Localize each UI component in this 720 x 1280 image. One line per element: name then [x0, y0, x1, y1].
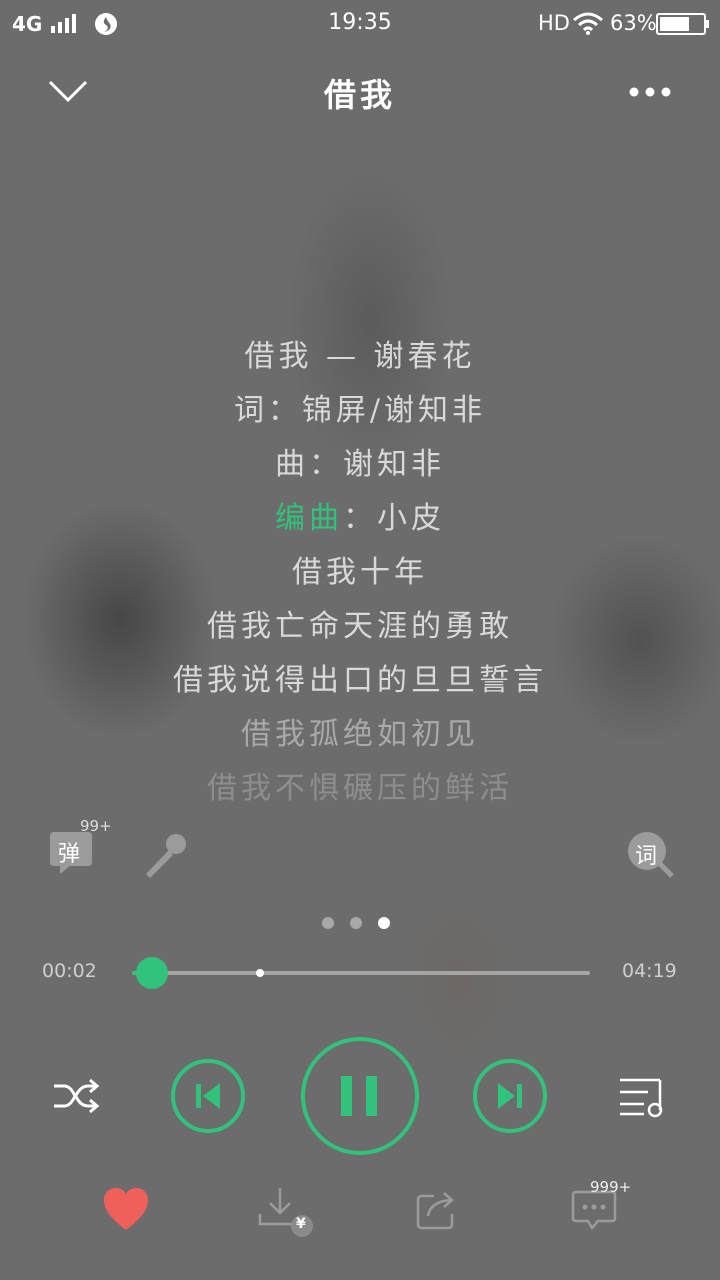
paid-download-badge: ¥ [296, 1216, 306, 1232]
wifi-icon [573, 12, 603, 35]
page-dot[interactable] [322, 917, 334, 929]
next-track-button[interactable] [472, 1058, 548, 1134]
elapsed-time: 00:02 [42, 960, 97, 982]
heart-icon [104, 1188, 148, 1230]
lyric-line: 词：锦屏/谢知非 [233, 393, 487, 428]
share-icon [416, 1192, 454, 1230]
lyrics-panel[interactable]: 借我 — 谢春花 词：锦屏/谢知非 曲：谢知非 编曲：小皮 借我十年 借我亡命天… [0, 330, 720, 816]
playlist-button[interactable] [618, 1074, 670, 1118]
lyric-search-label: 词 [635, 844, 658, 869]
current-lyric-highlight: 编曲 [275, 501, 343, 536]
danmu-label: 弹 [58, 842, 81, 867]
playlist-icon [620, 1078, 663, 1118]
comment-count-badge: 999+ [590, 1178, 632, 1196]
microphone-icon [146, 834, 186, 878]
song-title: 借我 [323, 76, 396, 114]
karaoke-mic-button[interactable] [140, 830, 192, 882]
battery-percent: 63% [610, 11, 657, 35]
page-indicator[interactable] [322, 917, 390, 931]
total-time: 04:19 [622, 960, 677, 982]
lyric-search-button[interactable]: 词 [626, 830, 676, 880]
lyric-line: 借我孤绝如初见 [241, 717, 479, 752]
lyric-line: 借我十年 [292, 555, 428, 590]
danmu-button[interactable]: 弹 [48, 830, 94, 876]
lyric-line: 借我不惧碾压的鲜活 [207, 771, 513, 806]
shuffle-icon [54, 1078, 100, 1114]
shuffle-button[interactable] [52, 1076, 100, 1116]
current-lyric-rest: ：小皮 [343, 501, 445, 536]
battery-icon [656, 13, 709, 35]
lyric-line: 曲：谢知非 [275, 447, 445, 482]
page-dot[interactable] [350, 917, 362, 929]
hd-indicator: HD [538, 11, 570, 35]
download-button[interactable]: ¥ [258, 1186, 316, 1238]
page-dot[interactable] [378, 917, 390, 929]
skip-previous-icon [171, 1059, 245, 1133]
more-dots-icon [629, 87, 671, 97]
like-button[interactable] [102, 1186, 150, 1232]
share-button[interactable] [414, 1188, 462, 1232]
progress-bar[interactable] [132, 957, 590, 989]
lyric-line: 借我亡命天涯的勇敢 [207, 609, 513, 644]
skip-next-icon [473, 1059, 547, 1133]
current-lyric-line: 编曲：小皮 [0, 492, 720, 546]
lyric-line: 借我 — 谢春花 [244, 339, 476, 374]
status-bar: 4G 19:35 HD 63% [0, 0, 720, 48]
danmu-count-badge: 99+ [80, 817, 112, 835]
pause-icon [301, 1037, 419, 1155]
lyric-line: 借我说得出口的旦旦誓言 [173, 663, 547, 698]
more-options-button[interactable] [622, 80, 678, 104]
pause-button[interactable] [300, 1036, 420, 1156]
download-icon [258, 1188, 313, 1237]
previous-track-button[interactable] [170, 1058, 246, 1134]
